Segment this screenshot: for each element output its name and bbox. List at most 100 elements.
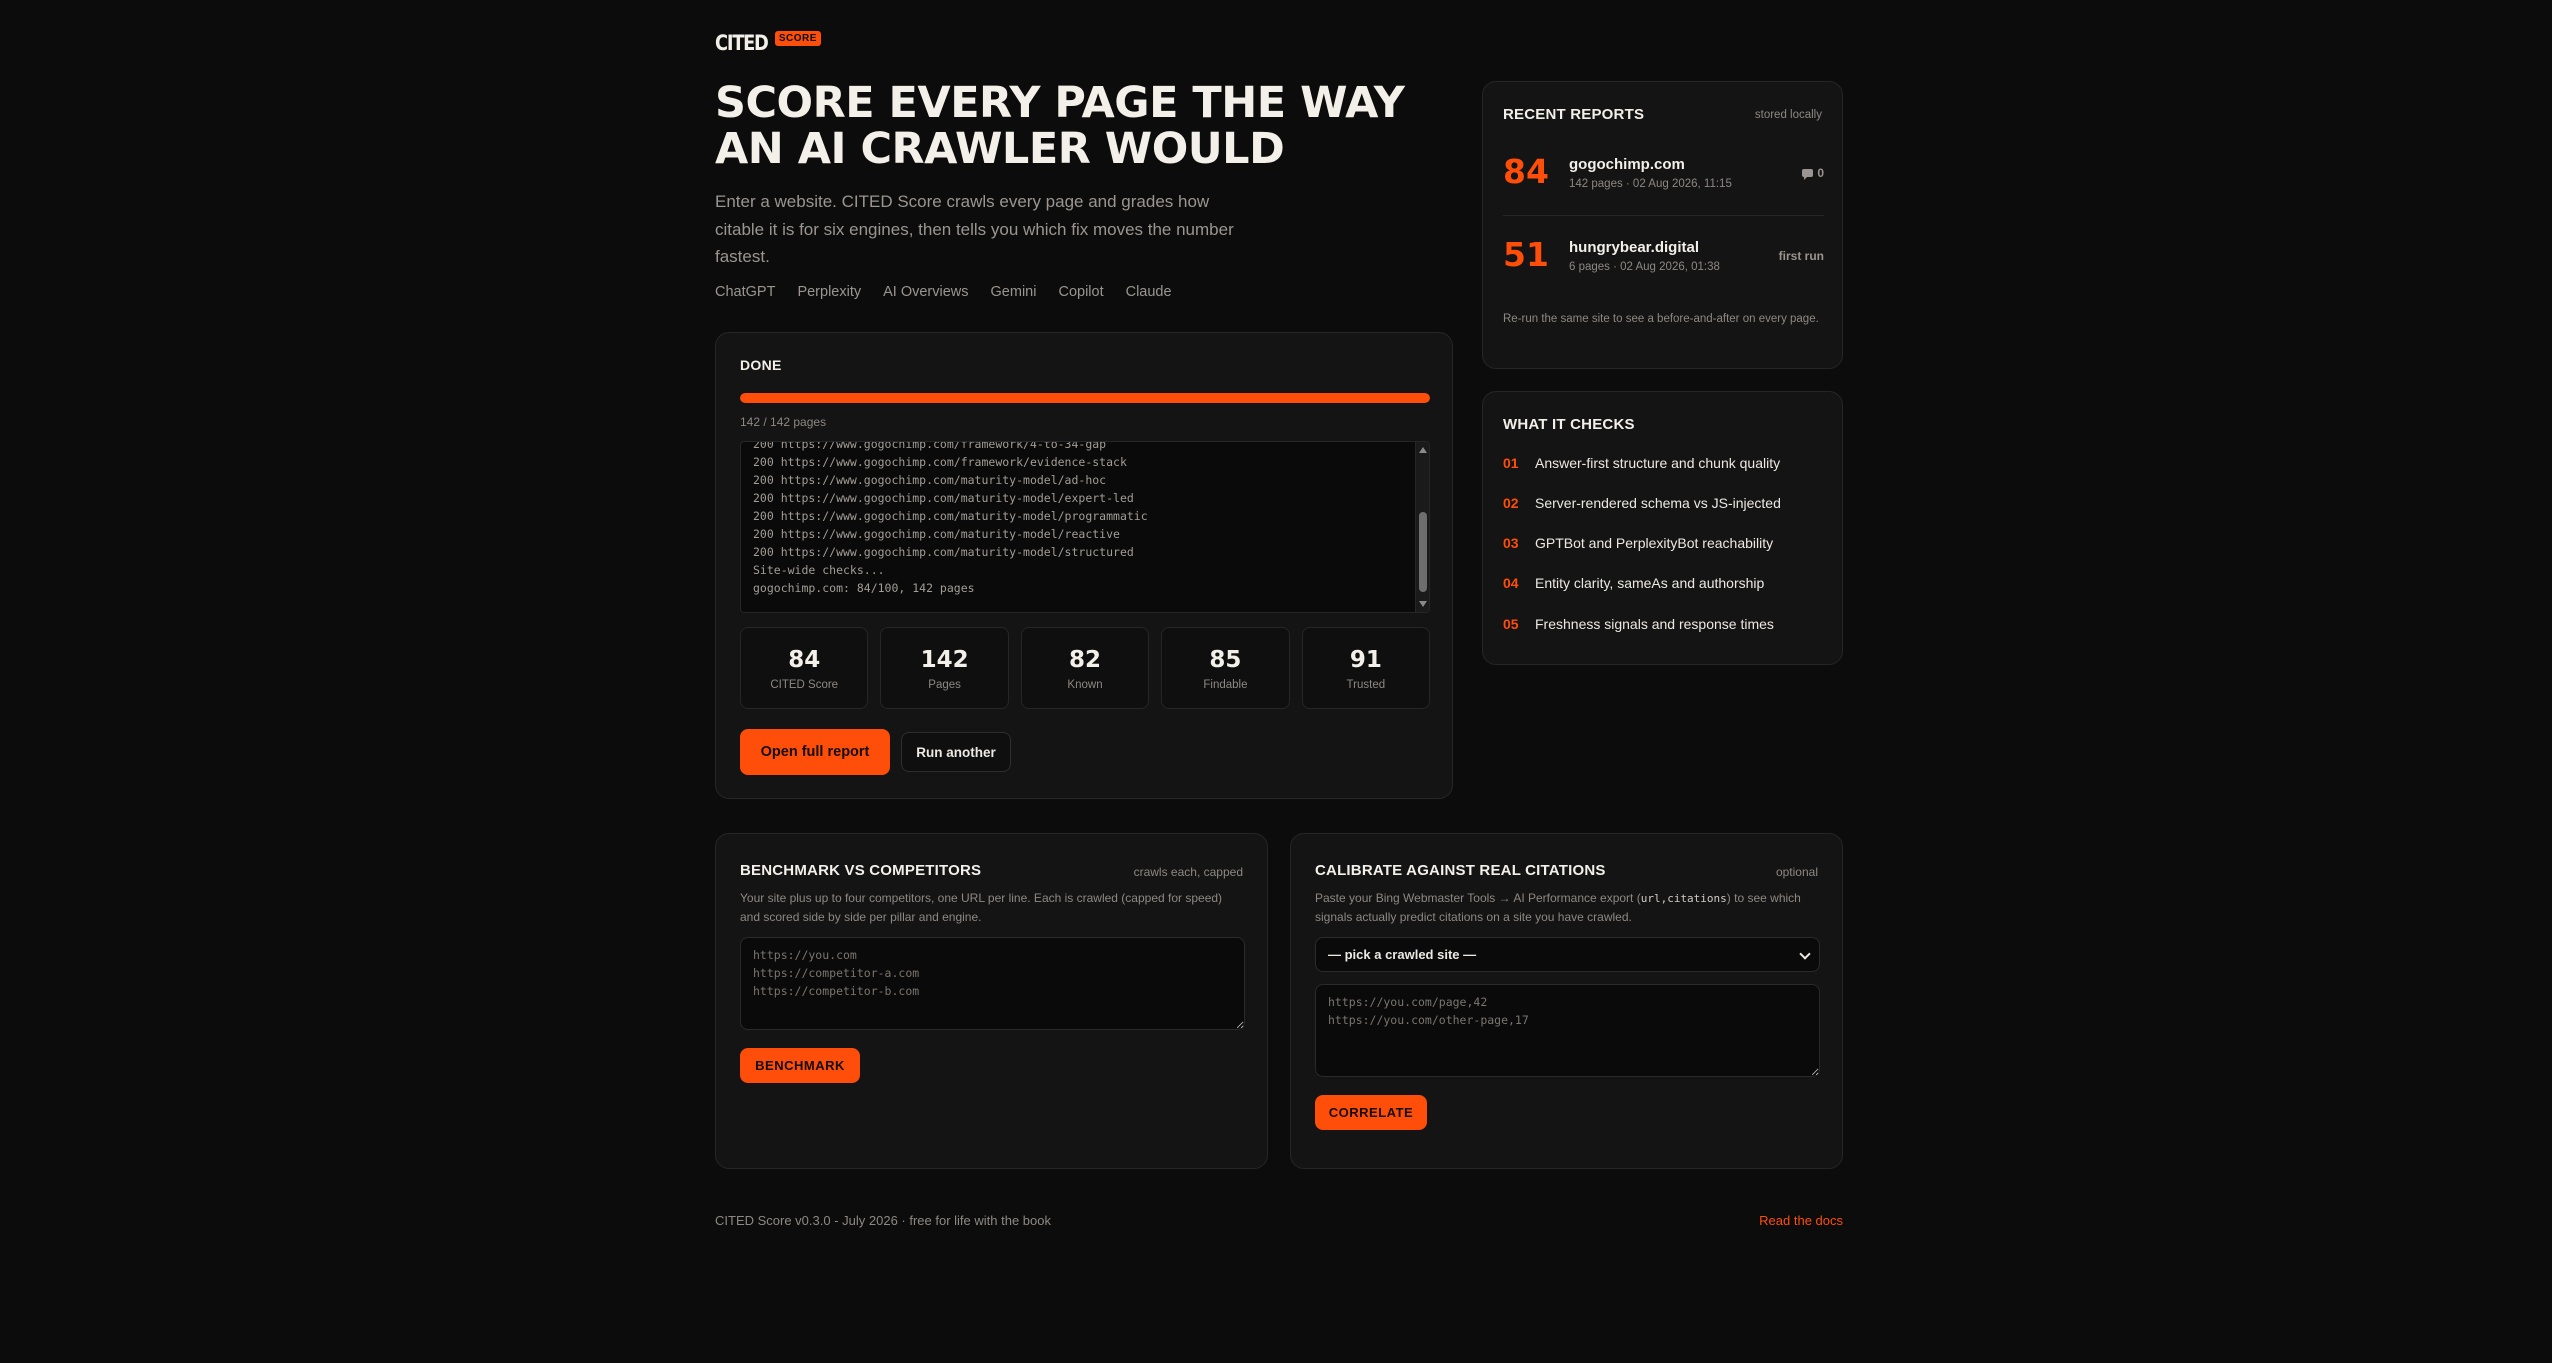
check-item: 03 GPTBot and PerplexityBot reachability (1503, 535, 1773, 551)
engine-perplexity: Perplexity (797, 284, 862, 300)
hero-description: Enter a website. CITED Score crawls ever… (715, 192, 1234, 266)
progress-text: 142 / 142 pages (740, 415, 827, 429)
log-line: Site-wide checks... (753, 563, 885, 577)
scrollbar-thumb[interactable] (1419, 512, 1427, 592)
stat-value: 85 (1209, 646, 1242, 673)
stat-trusted: 91 Trusted (1301, 627, 1431, 709)
what-it-checks-card: WHAT IT CHECKS 01 Answer-first structure… (1482, 391, 1843, 665)
stat-pages: 142 Pages (880, 627, 1009, 709)
engine-claude: Claude (1125, 284, 1172, 300)
run-status: DONE (740, 357, 782, 373)
recent-reports-card: RECENT REPORTS stored locally 84 gogochi… (1482, 81, 1843, 369)
log-line: 200 https://www.gogochimp.com/framework/… (753, 455, 1127, 469)
comment-count: 0 (1817, 166, 1824, 180)
calibrate-description: Paste your Bing Webmaster Tools → AI Per… (1315, 889, 1820, 927)
check-item: 02 Server-rendered schema vs JS-injected (1503, 495, 1781, 511)
page-title: SCORE EVERY PAGE THE WAY AN AI CRAWLER W… (715, 78, 1405, 174)
stat-label: Findable (1203, 678, 1248, 691)
benchmark-description: Your site plus up to four competitors, o… (740, 891, 1223, 924)
crawl-log[interactable]: 200 https://www.gogochimp.com/framework/… (740, 441, 1430, 613)
open-full-report-button[interactable]: Open full report (740, 729, 890, 775)
check-number: 04 (1503, 575, 1519, 591)
calibrate-title: CALIBRATE AGAINST REAL CITATIONS (1315, 862, 1606, 879)
score-stats: 84 CITED Score 142 Pages 82 Known 85 Fin… (740, 627, 1431, 709)
logo-wordmark: CITED (715, 31, 769, 55)
report-score: 51 (1503, 235, 1549, 274)
stat-cited-score: 84 CITED Score (740, 627, 869, 709)
benchmark-button[interactable]: BENCHMARK (740, 1048, 860, 1083)
footer-version: CITED Score v0.3.0 - July 2026 · free fo… (715, 1213, 1051, 1228)
report-item-gogochimp[interactable]: 84 gogochimp.com 142 pages · 02 Aug 2026… (1503, 152, 1824, 210)
benchmark-hint: crawls each, capped (1133, 865, 1243, 879)
calibrate-desc-code: url,citations (1640, 892, 1727, 905)
stat-value: 82 (1069, 646, 1102, 673)
check-text: Entity clarity, sameAs and authorship (1535, 575, 1765, 591)
check-text: Server-rendered schema vs JS-injected (1535, 495, 1781, 511)
report-score: 84 (1503, 152, 1549, 191)
calibrate-hint: optional (1775, 865, 1818, 879)
log-line: 200 https://www.gogochimp.com/maturity-m… (753, 491, 1134, 505)
log-scrollbar[interactable] (1415, 442, 1429, 612)
correlate-button[interactable]: CORRELATE (1315, 1095, 1427, 1130)
citations-input[interactable] (1315, 984, 1820, 1077)
check-text: GPTBot and PerplexityBot reachability (1535, 535, 1774, 551)
check-text: Answer-first structure and chunk quality (1535, 455, 1781, 471)
check-number: 03 (1503, 535, 1519, 551)
engine-ai-overviews: AI Overviews (883, 284, 969, 300)
stat-findable: 85 Findable (1161, 627, 1290, 709)
report-domain: gogochimp.com (1569, 156, 1685, 173)
stat-label: CITED Score (770, 678, 839, 691)
engine-gemini: Gemini (990, 284, 1037, 300)
crawl-log-lines: 200 https://www.gogochimp.com/framework/… (753, 442, 1403, 597)
log-line: 200 https://www.gogochimp.com/maturity-m… (753, 473, 1107, 487)
stat-value: 84 (788, 646, 821, 673)
chevron-down-icon (1799, 948, 1811, 960)
log-line: 200 https://www.gogochimp.com/maturity-m… (753, 545, 1134, 559)
competitor-urls-input[interactable] (740, 937, 1245, 1030)
check-item: 04 Entity clarity, sameAs and authorship (1503, 575, 1764, 591)
recent-reports-note: Re-run the same site to see a before-and… (1503, 313, 1819, 325)
check-text: Freshness signals and response times (1535, 616, 1774, 632)
progress-bar-fill (740, 393, 1430, 403)
log-line: 200 https://www.gogochimp.com/maturity-m… (753, 509, 1148, 523)
stat-label: Trusted (1346, 678, 1386, 691)
run-another-button[interactable]: Run another (901, 732, 1011, 772)
stat-known: 82 Known (1020, 627, 1150, 709)
crawl-run-card: DONE 142 / 142 pages 200 https://www.gog… (715, 332, 1453, 799)
logo[interactable]: CITED SCORE (715, 31, 821, 55)
calibrate-card: CALIBRATE AGAINST REAL CITATIONS optiona… (1290, 833, 1843, 1169)
crawled-site-select[interactable]: — pick a crawled site — (1315, 937, 1820, 972)
check-item: 05 Freshness signals and response times (1503, 616, 1774, 632)
report-comments: 0 (1802, 166, 1824, 180)
stat-value: 142 (920, 646, 969, 673)
recent-reports-hint: stored locally (1754, 109, 1822, 121)
check-item: 01 Answer-first structure and chunk qual… (1503, 455, 1780, 471)
benchmark-card: BENCHMARK VS COMPETITORS crawls each, ca… (715, 833, 1268, 1169)
checks-title: WHAT IT CHECKS (1503, 416, 1635, 433)
engine-copilot: Copilot (1058, 284, 1104, 300)
scroll-up-icon[interactable] (1419, 447, 1427, 453)
engine-list: ChatGPT Perplexity AI Overviews Gemini C… (715, 284, 1172, 300)
check-number: 01 (1503, 455, 1519, 471)
stat-label: Pages (928, 678, 961, 691)
logo-badge: SCORE (774, 31, 821, 46)
engine-chatgpt: ChatGPT (715, 284, 776, 300)
recent-reports-title: RECENT REPORTS (1503, 106, 1645, 123)
report-domain: hungrybear.digital (1569, 239, 1700, 256)
check-number: 02 (1503, 495, 1519, 511)
calibrate-desc-before: Paste your Bing Webmaster Tools → AI Per… (1315, 891, 1641, 905)
comment-icon (1802, 169, 1814, 180)
benchmark-title: BENCHMARK VS COMPETITORS (740, 862, 982, 879)
page: CITED SCORE SCORE EVERY PAGE THE WAY AN … (715, 0, 1843, 1363)
log-line: 200 https://www.gogochimp.com/maturity-m… (753, 527, 1120, 541)
report-meta: 142 pages · 02 Aug 2026, 11:15 (1569, 178, 1732, 190)
report-item-hungrybear[interactable]: 51 hungrybear.digital 6 pages · 02 Aug 2… (1503, 235, 1824, 293)
select-value: — pick a crawled site — (1328, 947, 1477, 962)
log-line: gogochimp.com: 84/100, 142 pages (753, 581, 975, 595)
scroll-down-icon[interactable] (1419, 601, 1427, 607)
stat-value: 91 (1349, 646, 1382, 673)
check-number: 05 (1503, 616, 1519, 632)
read-docs-link[interactable]: Read the docs (1759, 1213, 1843, 1228)
stat-label: Known (1067, 678, 1103, 691)
progress-bar (740, 393, 1430, 403)
